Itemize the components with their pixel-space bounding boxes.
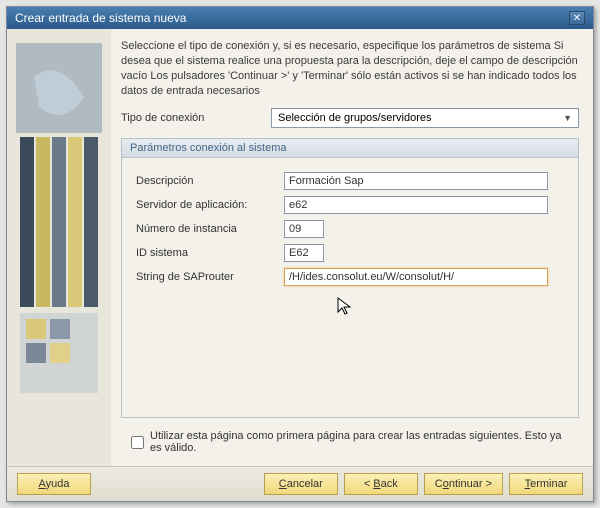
back-button[interactable]: < Back [344,473,418,495]
sysid-label: ID sistema [136,247,284,259]
window-title: Crear entrada de sistema nueva [15,11,186,25]
instance-input[interactable] [284,220,324,238]
close-button[interactable]: ✕ [569,11,585,25]
intro-text: Seleccione el tipo de conexión y, si es … [121,39,579,98]
desc-label: Descripción [136,175,284,187]
sysid-input[interactable] [284,244,324,262]
router-input[interactable] [284,268,548,286]
wizard-sidebar [7,29,111,466]
chevron-down-icon: ▼ [563,113,572,123]
cursor-area [336,292,566,332]
finish-button[interactable]: Terminar [509,473,583,495]
conn-type-label: Tipo de conexión [121,112,271,124]
server-input[interactable] [284,196,548,214]
titlebar: Crear entrada de sistema nueva ✕ [7,7,593,29]
desc-input[interactable] [284,172,548,190]
first-page-label: Utilizar esta página como primera página… [150,430,573,454]
router-label: String de SAProuter [136,271,284,283]
cursor-icon [336,296,354,318]
dialog-window: Crear entrada de sistema nueva ✕ [6,6,594,502]
close-icon: ✕ [573,13,581,24]
system-params-group: Parámetros conexión al sistema Descripci… [121,138,579,418]
button-bar: Ayuda Cancelar < Back Continuar > Termin… [7,466,593,501]
next-button[interactable]: Continuar > [424,473,503,495]
cancel-button[interactable]: Cancelar [264,473,338,495]
help-button[interactable]: Ayuda [17,473,91,495]
help-rest: yuda [46,478,70,490]
group-title: Parámetros conexión al sistema [122,139,578,158]
server-label: Servidor de aplicación: [136,199,284,211]
conn-type-value: Selección de grupos/servidores [278,112,431,124]
first-page-checkbox[interactable] [131,436,144,449]
sidebar-graphic [14,37,104,417]
instance-label: Número de instancia [136,223,284,235]
main-panel: Seleccione el tipo de conexión y, si es … [111,29,593,466]
conn-type-combo[interactable]: Selección de grupos/servidores ▼ [271,108,579,128]
